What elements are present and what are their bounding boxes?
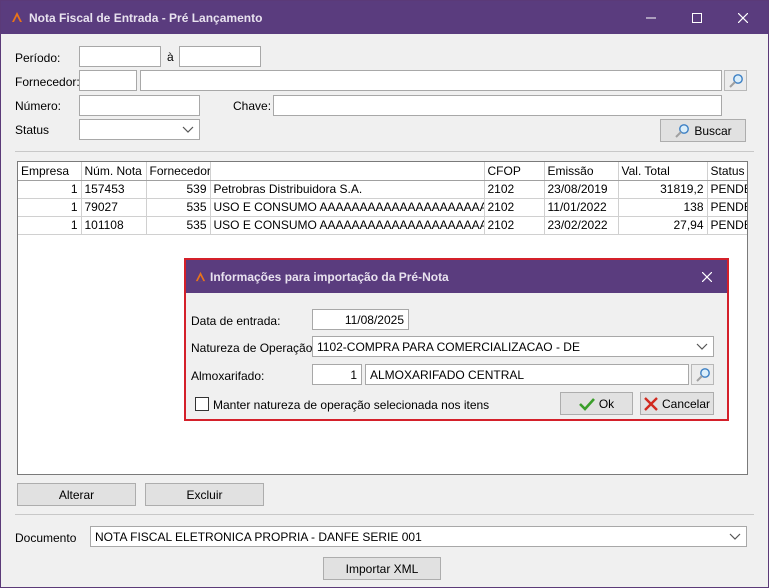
table-cell: 539	[146, 180, 211, 199]
column-header-status[interactable]: Status	[707, 162, 747, 181]
fornecedor-search-button[interactable]	[724, 70, 747, 91]
table-row[interactable]: 1 101108 535 USO E CONSUMO AAAAAAAAAAAAA…	[18, 216, 747, 235]
column-header-empresa[interactable]: Empresa	[18, 162, 82, 181]
periodo-from-input[interactable]	[79, 46, 161, 67]
chevron-down-icon	[696, 343, 708, 350]
buscar-button[interactable]: Buscar	[660, 119, 746, 142]
ok-button[interactable]: Ok	[560, 392, 633, 415]
table-cell: 31819,2	[618, 180, 708, 199]
search-icon	[695, 367, 710, 382]
almoxarifado-name-input[interactable]: ALMOXARIFADO CENTRAL	[365, 364, 689, 385]
window-title: Nota Fiscal de Entrada - Pré Lançamento	[29, 11, 263, 25]
chave-label: Chave:	[233, 99, 272, 113]
column-header-emissao[interactable]: Emissão	[544, 162, 619, 181]
close-button[interactable]	[720, 1, 766, 34]
search-icon	[728, 73, 743, 88]
table-cell: 138	[618, 198, 708, 217]
buscar-label: Buscar	[694, 123, 732, 138]
title-bar: Nota Fiscal de Entrada - Pré Lançamento	[1, 1, 768, 34]
natureza-select[interactable]: 1102-COMPRA PARA COMERCIALIZACAO - DE	[312, 336, 714, 357]
maximize-button[interactable]	[674, 1, 720, 34]
column-header-val-total[interactable]: Val. Total	[618, 162, 708, 181]
fornecedor-label: Fornecedor:	[15, 75, 80, 89]
table-cell: 2102	[484, 180, 545, 199]
natureza-label: Natureza de Operação:	[191, 341, 316, 355]
table-row[interactable]: 1 79027 535 USO E CONSUMO AAAAAAAAAAAAAA…	[18, 198, 747, 217]
table-cell: 1	[18, 180, 82, 199]
chevron-down-icon	[182, 126, 194, 133]
table-cell: PENDEN	[707, 180, 747, 199]
actions-divider	[15, 514, 754, 515]
table-cell: USO E CONSUMO AAAAAAAAAAAAAAAAAAAAAAAAAA…	[210, 198, 485, 217]
x-icon	[644, 396, 658, 411]
chave-input[interactable]	[273, 95, 722, 116]
column-header-num-nota[interactable]: Núm. Nota	[81, 162, 147, 181]
table-cell: Petrobras Distribuidora S.A.	[210, 180, 485, 199]
dialog-title-bar: Informações para importação da Pré-Nota	[186, 260, 727, 293]
numero-input[interactable]	[79, 95, 200, 116]
status-select[interactable]	[79, 119, 200, 140]
minimize-icon	[646, 17, 656, 18]
manter-natureza-checkbox[interactable]	[195, 397, 209, 411]
table-header-row: Empresa Núm. Nota Fornecedor CFOP Emissã…	[18, 162, 747, 181]
table-cell: PENDEN	[707, 198, 747, 217]
chevron-down-icon	[729, 533, 741, 540]
data-entrada-input[interactable]: 11/08/2025	[312, 309, 409, 330]
table-cell: 27,94	[618, 216, 708, 235]
periodo-label: Período:	[15, 51, 61, 65]
table-cell: 1	[18, 198, 82, 217]
table-cell: 23/08/2019	[544, 180, 619, 199]
check-icon	[578, 397, 595, 411]
app-logo-icon	[12, 12, 22, 22]
numero-label: Número:	[15, 99, 62, 113]
dialog-close-button[interactable]	[687, 260, 727, 293]
minimize-button[interactable]	[628, 1, 674, 34]
filter-divider	[15, 151, 754, 152]
table-cell: 535	[146, 198, 211, 217]
documento-label: Documento	[15, 531, 77, 545]
table-cell: 79027	[81, 198, 147, 217]
close-icon	[702, 271, 712, 282]
cancelar-label: Cancelar	[661, 396, 711, 411]
import-dialog: Informações para importação da Pré-Nota …	[184, 258, 729, 421]
excluir-button[interactable]: Excluir	[145, 483, 264, 506]
table-cell: 11/01/2022	[544, 198, 619, 217]
maximize-icon	[692, 12, 702, 23]
table-cell: 157453	[81, 180, 147, 199]
data-entrada-label: Data de entrada:	[191, 314, 281, 328]
table-cell: 2102	[484, 198, 545, 217]
close-icon	[738, 12, 748, 23]
table-cell: USO E CONSUMO AAAAAAAAAAAAAAAAAAAAAAAAAA…	[210, 216, 485, 235]
table-cell: PENDEN	[707, 216, 747, 235]
table-cell: 101108	[81, 216, 147, 235]
ok-label: Ok	[598, 396, 615, 411]
status-label: Status	[15, 123, 50, 137]
app-logo-icon	[195, 271, 206, 282]
column-header-fornecedor[interactable]: Fornecedor	[146, 162, 211, 181]
table-cell: 535	[146, 216, 211, 235]
table-cell: 1	[18, 216, 82, 235]
periodo-to-input[interactable]	[179, 46, 261, 67]
table-cell: 23/02/2022	[544, 216, 619, 235]
almoxarifado-search-button[interactable]	[691, 364, 714, 385]
importar-xml-button[interactable]: Importar XML	[323, 557, 441, 580]
alterar-button[interactable]: Alterar	[17, 483, 136, 506]
periodo-separator: à	[167, 50, 174, 64]
documento-select[interactable]: NOTA FISCAL ELETRONICA PROPRIA - DANFE S…	[90, 526, 747, 547]
column-header-cfop[interactable]: CFOP	[484, 162, 545, 181]
table-cell: 2102	[484, 216, 545, 235]
manter-natureza-label: Manter natureza de operação selecionada …	[213, 398, 490, 412]
fornecedor-code-input[interactable]	[79, 70, 137, 91]
search-icon	[675, 123, 690, 138]
cancelar-button[interactable]: Cancelar	[640, 392, 714, 415]
column-header-fornecedor-nome[interactable]	[210, 162, 485, 181]
almoxarifado-code-input[interactable]: 1	[312, 364, 362, 385]
documento-select-value: NOTA FISCAL ELETRONICA PROPRIA - DANFE S…	[95, 530, 422, 544]
dialog-title: Informações para importação da Pré-Nota	[210, 270, 449, 284]
main-window: Nota Fiscal de Entrada - Pré Lançamento …	[0, 0, 769, 588]
almoxarifado-label: Almoxarifado:	[191, 369, 265, 383]
fornecedor-name-input[interactable]	[140, 70, 722, 91]
natureza-select-value: 1102-COMPRA PARA COMERCIALIZACAO - DE	[317, 340, 580, 354]
table-row[interactable]: 1 157453 539 Petrobras Distribuidora S.A…	[18, 180, 747, 199]
